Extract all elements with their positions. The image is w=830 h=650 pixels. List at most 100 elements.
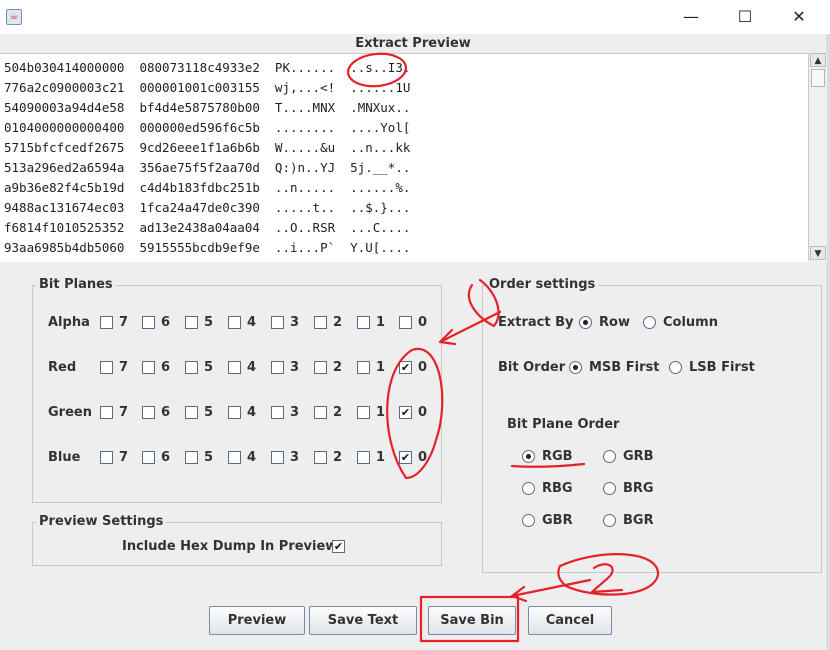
bitplane-checkbox-red-6[interactable]: [142, 361, 155, 374]
bitplane-bit-label: 0: [418, 405, 428, 420]
order-rbg-radio[interactable]: [522, 482, 535, 495]
extract-by-label: Extract By: [498, 315, 574, 330]
bitplane-checkbox-red-5[interactable]: [185, 361, 198, 374]
order-rgb-radio[interactable]: [522, 450, 535, 463]
preview-scrollbar[interactable]: ▲ ▼: [808, 53, 827, 261]
bitplane-bit-label: 2: [333, 450, 343, 465]
lsb-first-radio[interactable]: [669, 361, 682, 374]
bitplane-checkbox-blue-5[interactable]: [185, 451, 198, 464]
bitplane-checkbox-blue-0[interactable]: ✔: [399, 451, 412, 464]
bitplane-bit-label: 4: [247, 315, 257, 330]
order-gbr-radio[interactable]: [522, 514, 535, 527]
minimize-button[interactable]: —: [668, 0, 714, 34]
bitplane-bit-label: 6: [161, 360, 171, 375]
bitplane-checkbox-green-3[interactable]: [271, 406, 284, 419]
msb-first-radio[interactable]: [569, 361, 582, 374]
bitplane-checkbox-red-3[interactable]: [271, 361, 284, 374]
bitplane-bit-label: 2: [333, 315, 343, 330]
hex-line: 5715bfcfcedf2675 9cd26eee1f1a6b6b W.....…: [4, 140, 411, 155]
save-text-button[interactable]: Save Text: [309, 606, 417, 635]
bitplane-bit-label: 3: [290, 405, 300, 420]
bitplane-bit-label: 0: [418, 315, 428, 330]
msb-first-label: MSB First: [589, 360, 660, 375]
bitplane-bit-label: 0: [418, 360, 428, 375]
extract-preview-title: Extract Preview: [355, 36, 471, 51]
hex-dump-label: Include Hex Dump In Preview: [122, 539, 338, 554]
order-brg-radio[interactable]: [603, 482, 616, 495]
bitplane-checkbox-alpha-6[interactable]: [142, 316, 155, 329]
bitplane-checkbox-blue-6[interactable]: [142, 451, 155, 464]
bitplane-bit-label: 5: [204, 315, 214, 330]
bitplane-bit-label: 7: [119, 450, 129, 465]
preview-button[interactable]: Preview: [209, 606, 305, 635]
order-grb-label: GRB: [623, 449, 654, 464]
bitplane-checkbox-blue-2[interactable]: [314, 451, 327, 464]
extract-by-column-radio[interactable]: [643, 316, 656, 329]
order-rgb-label: RGB: [542, 449, 573, 464]
order-bgr-label: BGR: [623, 513, 654, 528]
bitplane-bit-label: 1: [376, 360, 386, 375]
bit-plane-order-label: Bit Plane Order: [507, 417, 620, 432]
bitplane-row-label-red: Red: [48, 360, 77, 375]
scroll-thumb[interactable]: [811, 69, 825, 87]
close-button[interactable]: ✕: [776, 0, 822, 34]
extract-by-row-radio[interactable]: [579, 316, 592, 329]
bitplane-bit-label: 3: [290, 360, 300, 375]
preview-settings-title: Preview Settings: [36, 514, 167, 529]
hex-dump-checkbox[interactable]: ✔: [332, 540, 345, 553]
bitplane-checkbox-green-7[interactable]: [100, 406, 113, 419]
bitplane-bit-label: 0: [418, 450, 428, 465]
bitplane-checkbox-green-1[interactable]: [357, 406, 370, 419]
maximize-button[interactable]: ☐: [722, 0, 768, 34]
bitplane-checkbox-alpha-7[interactable]: [100, 316, 113, 329]
order-bgr-radio[interactable]: [603, 514, 616, 527]
bitplane-bit-label: 5: [204, 360, 214, 375]
bitplane-bit-label: 1: [376, 315, 386, 330]
bitplane-checkbox-blue-1[interactable]: [357, 451, 370, 464]
hex-line: f6814f1010525352 ad13e2438a04aa04 ..O..R…: [4, 220, 411, 235]
bitplane-checkbox-green-0[interactable]: ✔: [399, 406, 412, 419]
hex-line: a9b36e82f4c5b19d c4d4b183fdbc251b ..n...…: [4, 180, 411, 195]
bitplane-checkbox-alpha-2[interactable]: [314, 316, 327, 329]
bitplane-checkbox-alpha-0[interactable]: [399, 316, 412, 329]
bitplane-checkbox-blue-7[interactable]: [100, 451, 113, 464]
bitplane-checkbox-red-2[interactable]: [314, 361, 327, 374]
bitplane-bit-label: 3: [290, 315, 300, 330]
bitplane-checkbox-green-4[interactable]: [228, 406, 241, 419]
bitplane-checkbox-red-0[interactable]: ✔: [399, 361, 412, 374]
scroll-up-arrow-icon[interactable]: ▲: [810, 53, 826, 67]
bit-planes-title: Bit Planes: [36, 277, 116, 292]
bitplane-bit-label: 5: [204, 450, 214, 465]
save-bin-button[interactable]: Save Bin: [428, 606, 516, 635]
bitplane-checkbox-blue-3[interactable]: [271, 451, 284, 464]
hex-line: 93aa6985b4db5060 5915555bcdb9ef9e ..i...…: [4, 240, 411, 255]
bitplane-checkbox-alpha-5[interactable]: [185, 316, 198, 329]
bitplane-checkbox-red-4[interactable]: [228, 361, 241, 374]
bitplane-checkbox-alpha-1[interactable]: [357, 316, 370, 329]
hex-line: 776a2c0900003c21 000001001c003155 wj,...…: [4, 80, 411, 95]
order-gbr-label: GBR: [542, 513, 573, 528]
scroll-down-arrow-icon[interactable]: ▼: [810, 246, 826, 260]
bitplane-bit-label: 1: [376, 450, 386, 465]
bitplane-checkbox-alpha-3[interactable]: [271, 316, 284, 329]
hex-preview-area[interactable]: 504b030414000000 080073118c4933e2 PK....…: [0, 53, 808, 262]
bitplane-checkbox-red-1[interactable]: [357, 361, 370, 374]
order-brg-label: BRG: [623, 481, 654, 496]
extract-by-column-label: Column: [663, 315, 718, 330]
hex-line: 6f..7b..d00081.. ..03b2..d6f6f62.. ..{..…: [4, 260, 418, 262]
order-grb-radio[interactable]: [603, 450, 616, 463]
bitplane-checkbox-blue-4[interactable]: [228, 451, 241, 464]
bitplane-checkbox-red-7[interactable]: [100, 361, 113, 374]
bitplane-bit-label: 6: [161, 315, 171, 330]
bitplane-bit-label: 7: [119, 360, 129, 375]
bitplane-checkbox-green-6[interactable]: [142, 406, 155, 419]
hex-line: 504b030414000000 080073118c4933e2 PK....…: [4, 60, 411, 75]
order-settings-title: Order settings: [486, 277, 599, 292]
cancel-button[interactable]: Cancel: [528, 606, 612, 635]
bitplane-row-label-blue: Blue: [48, 450, 81, 465]
bitplane-checkbox-green-5[interactable]: [185, 406, 198, 419]
bitplane-bit-label: 1: [376, 405, 386, 420]
bitplane-bit-label: 4: [247, 450, 257, 465]
bitplane-checkbox-alpha-4[interactable]: [228, 316, 241, 329]
bitplane-checkbox-green-2[interactable]: [314, 406, 327, 419]
